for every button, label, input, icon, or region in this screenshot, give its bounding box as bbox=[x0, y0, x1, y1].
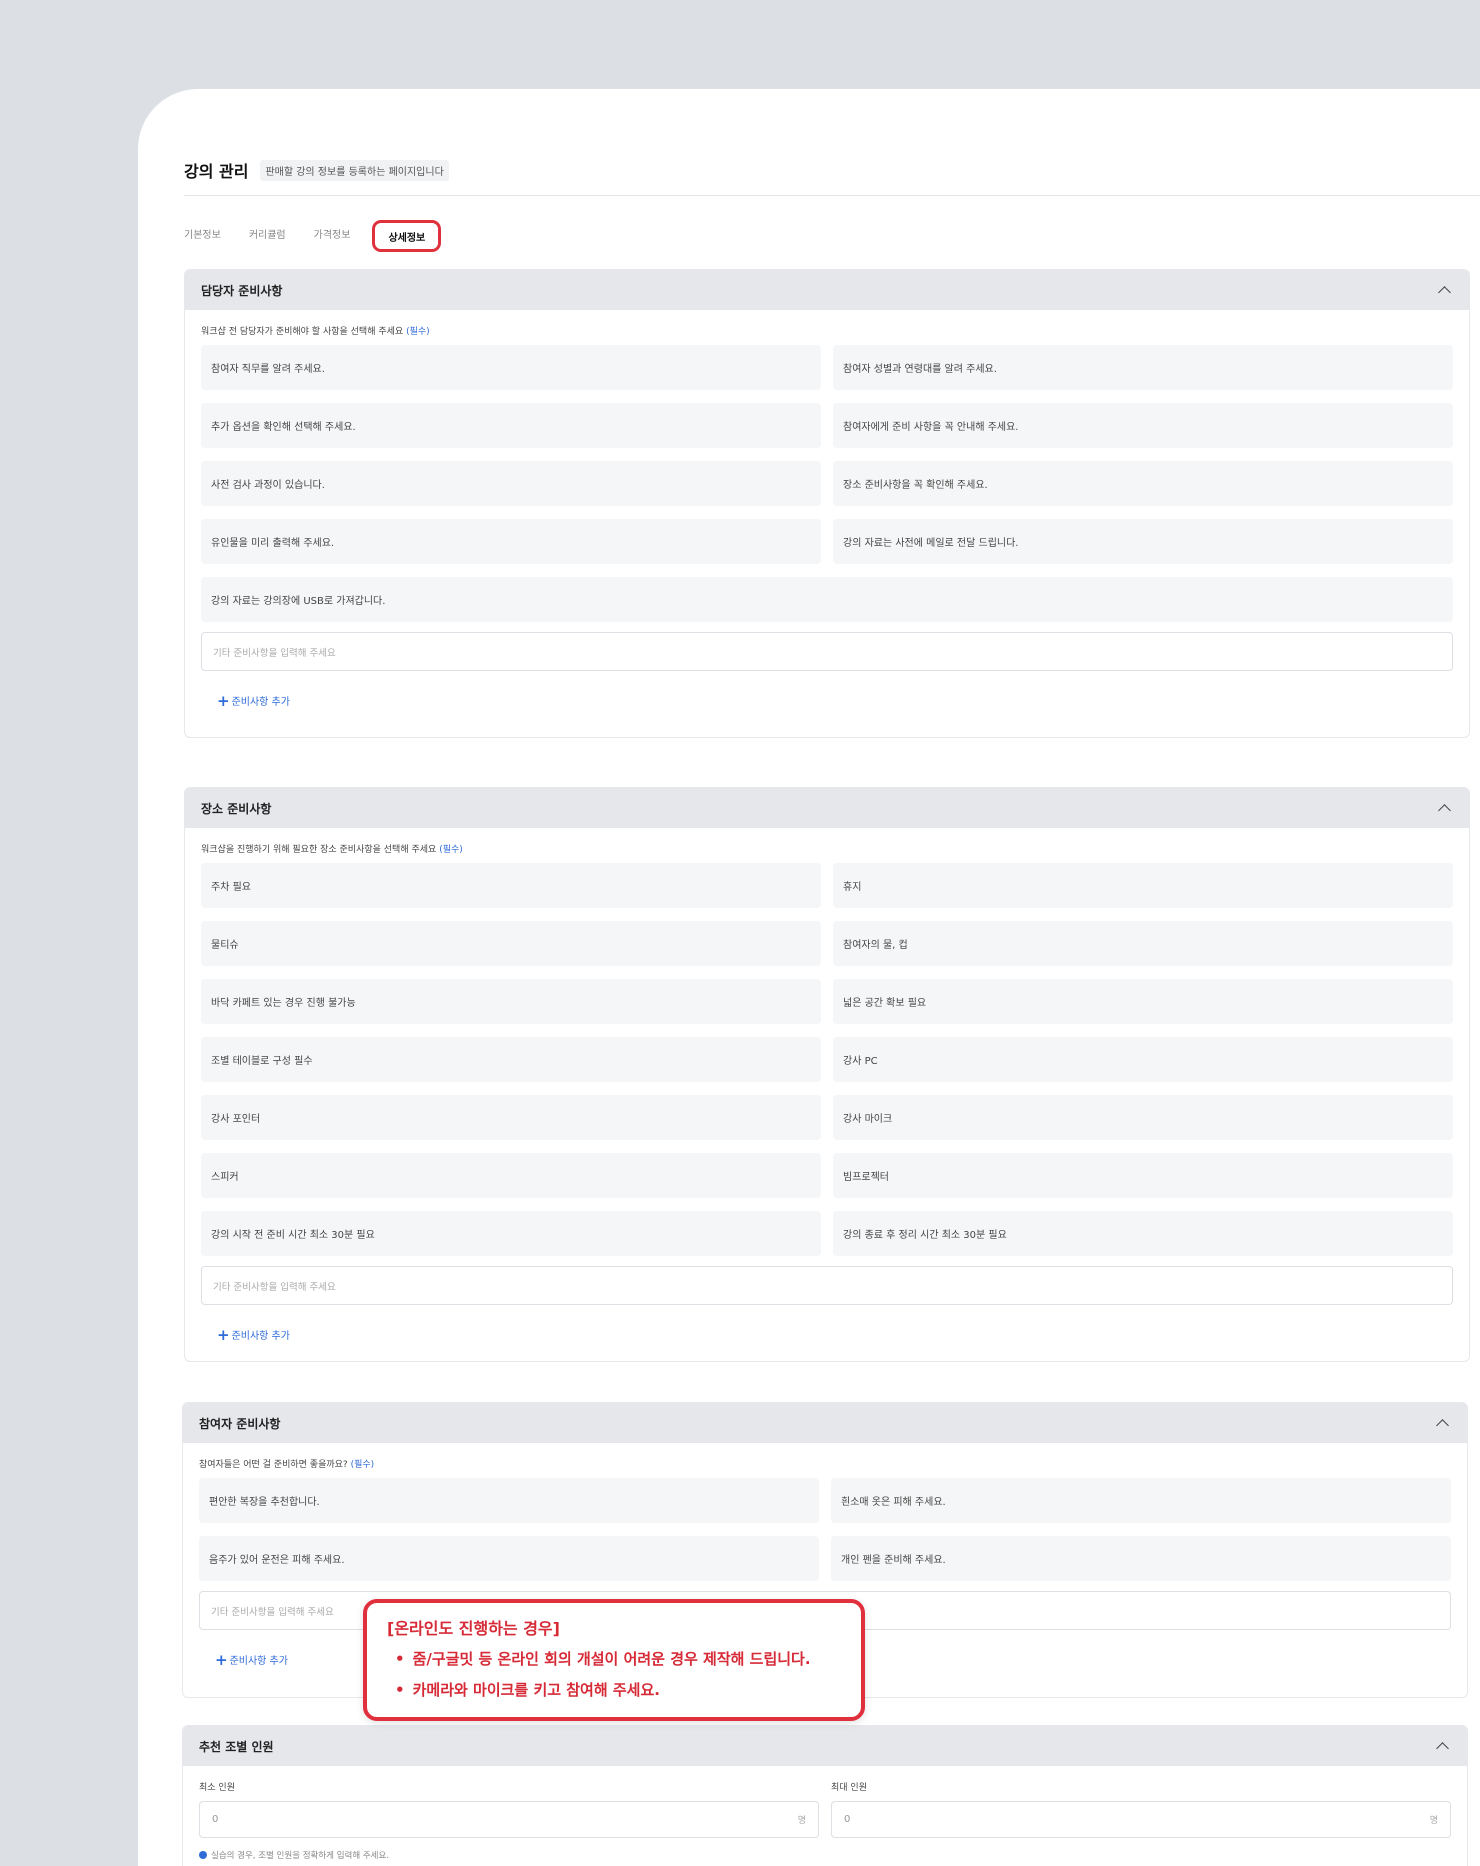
option-item[interactable]: 휴지 bbox=[833, 863, 1453, 908]
section-header[interactable]: 담당자 준비사항 bbox=[185, 270, 1469, 310]
chevron-up-icon[interactable] bbox=[1436, 1419, 1449, 1432]
add-prep-button[interactable]: + 준비사항 추가 bbox=[217, 693, 1453, 708]
unit-label: 명 bbox=[1429, 1816, 1438, 1826]
header-divider bbox=[184, 195, 1480, 196]
plus-icon: + bbox=[215, 1650, 228, 1669]
chevron-up-icon[interactable] bbox=[1438, 286, 1451, 299]
callout-line: 카메라와 마이크를 키고 참여해 주세요. bbox=[395, 1678, 841, 1702]
tab-price-info[interactable]: 가격정보 bbox=[314, 220, 351, 252]
max-people-label: 최대 인원 bbox=[831, 1783, 867, 1793]
section-description: 워크샵 전 담당자가 준비해야 할 사항을 선택해 주세요 (필수) bbox=[201, 327, 430, 337]
option-item[interactable]: 흰소매 옷은 피해 주세요. bbox=[831, 1478, 1451, 1523]
option-item[interactable]: 참여자 성별과 연령대를 알려 주세요. bbox=[833, 345, 1453, 390]
tab-basic-info[interactable]: 기본정보 bbox=[184, 220, 221, 252]
other-prep-input[interactable]: 기타 준비사항을 입력해 주세요 bbox=[201, 1266, 1453, 1305]
other-prep-input[interactable]: 기타 준비사항을 입력해 주세요 bbox=[201, 632, 1453, 671]
option-item[interactable]: 바닥 카페트 있는 경우 진행 불가능 bbox=[201, 979, 821, 1024]
option-item[interactable]: 참여자에게 준비 사항을 꼭 안내해 주세요. bbox=[833, 403, 1453, 448]
option-item[interactable]: 음주가 있어 운전은 피해 주세요. bbox=[199, 1536, 819, 1581]
tab-detail-info[interactable]: 상세정보 bbox=[372, 220, 442, 252]
online-callout: [온라인도 진행하는 경우] 줌/구글밋 등 온라인 회의 개설이 어려운 경우… bbox=[363, 1599, 865, 1721]
section-title: 추천 조별 인원 bbox=[199, 1739, 274, 1754]
section-venue-prep: 장소 준비사항 워크샵을 진행하기 위해 필요한 장소 준비사항을 선택해 주세… bbox=[184, 787, 1470, 1362]
section-description: 워크샵을 진행하기 위해 필요한 장소 준비사항을 선택해 주세요 (필수) bbox=[201, 845, 463, 855]
page-header: 강의 관리 판매할 강의 정보를 등록하는 페이지입니다 bbox=[184, 155, 1480, 185]
section-header[interactable]: 추천 조별 인원 bbox=[183, 1726, 1467, 1766]
max-people-input[interactable]: 0 명 bbox=[831, 1801, 1451, 1838]
option-item[interactable]: 개인 펜을 준비해 주세요. bbox=[831, 1536, 1451, 1581]
chevron-up-icon[interactable] bbox=[1438, 804, 1451, 817]
plus-icon: + bbox=[217, 1325, 230, 1344]
section-manager-prep: 담당자 준비사항 워크샵 전 담당자가 준비해야 할 사항을 선택해 주세요 (… bbox=[184, 269, 1470, 738]
callout-title: [온라인도 진행하는 경우] bbox=[387, 1619, 560, 1638]
chevron-up-icon[interactable] bbox=[1436, 1742, 1449, 1755]
option-item[interactable]: 넓은 공간 확보 필요 bbox=[833, 979, 1453, 1024]
callout-line: 줌/구글밋 등 온라인 회의 개설이 어려운 경우 제작해 드립니다. bbox=[395, 1647, 841, 1671]
min-people-input[interactable]: 0 명 bbox=[199, 1801, 819, 1838]
option-item[interactable]: 강의 자료는 사전에 메일로 전달 드립니다. bbox=[833, 519, 1453, 564]
section-group-size: 추천 조별 인원 최소 인원 0 명 최대 인원 0 명 실습의 경우, 조별 … bbox=[182, 1725, 1468, 1866]
option-item[interactable]: 강의 시작 전 준비 시간 최소 30분 필요 bbox=[201, 1211, 821, 1256]
tab-bar: 기본정보 커리큘럼 가격정보 상세정보 bbox=[184, 220, 469, 252]
option-item[interactable]: 장소 준비사항을 꼭 확인해 주세요. bbox=[833, 461, 1453, 506]
option-grid: 편안한 복장을 추천합니다. 흰소매 옷은 피해 주세요. 음주가 있어 운전은… bbox=[199, 1478, 1451, 1581]
option-item[interactable]: 참여자 직무를 알려 주세요. bbox=[201, 345, 821, 390]
option-item[interactable]: 스피커 bbox=[201, 1153, 821, 1198]
min-people-field: 최소 인원 0 명 bbox=[199, 1780, 819, 1838]
info-icon bbox=[199, 1851, 207, 1859]
option-item[interactable]: 추가 옵션을 확인해 선택해 주세요. bbox=[201, 403, 821, 448]
unit-label: 명 bbox=[797, 1816, 806, 1826]
option-item[interactable]: 편안한 복장을 추천합니다. bbox=[199, 1478, 819, 1523]
group-size-note: 실습의 경우, 조별 인원을 정확하게 입력해 주세요. bbox=[199, 1849, 1451, 1861]
option-item[interactable]: 강의 종료 후 정리 시간 최소 30분 필요 bbox=[833, 1211, 1453, 1256]
plus-icon: + bbox=[217, 691, 230, 710]
section-header[interactable]: 장소 준비사항 bbox=[185, 788, 1469, 828]
option-item[interactable]: 조별 테이블로 구성 필수 bbox=[201, 1037, 821, 1082]
option-item[interactable]: 강사 PC bbox=[833, 1037, 1453, 1082]
section-header[interactable]: 참여자 준비사항 bbox=[183, 1403, 1467, 1443]
option-item[interactable]: 물티슈 bbox=[201, 921, 821, 966]
page-subtitle: 판매할 강의 정보를 등록하는 페이지입니다 bbox=[260, 159, 449, 181]
option-item[interactable]: 참여자의 물, 컵 bbox=[833, 921, 1453, 966]
option-item[interactable]: 유인물을 미리 출력해 주세요. bbox=[201, 519, 821, 564]
option-item[interactable]: 강사 마이크 bbox=[833, 1095, 1453, 1140]
option-item[interactable]: 사전 검사 과정이 있습니다. bbox=[201, 461, 821, 506]
section-title: 참여자 준비사항 bbox=[199, 1416, 281, 1431]
tab-curriculum[interactable]: 커리큘럼 bbox=[249, 220, 286, 252]
section-description: 참여자들은 어떤 걸 준비하면 좋을까요? (필수) bbox=[199, 1460, 375, 1470]
callout-list: 줌/구글밋 등 온라인 회의 개설이 어려운 경우 제작해 드립니다. 카메라와… bbox=[395, 1647, 841, 1702]
section-title: 장소 준비사항 bbox=[201, 801, 272, 816]
option-item[interactable]: 주차 필요 bbox=[201, 863, 821, 908]
page-title: 강의 관리 bbox=[184, 162, 249, 181]
min-people-label: 최소 인원 bbox=[199, 1783, 235, 1793]
option-item[interactable]: 강사 포인터 bbox=[201, 1095, 821, 1140]
option-item[interactable]: 빔프로젝터 bbox=[833, 1153, 1453, 1198]
option-item[interactable]: 강의 자료는 강의장에 USB로 가져갑니다. bbox=[201, 577, 1453, 622]
option-grid: 참여자 직무를 알려 주세요. 참여자 성별과 연령대를 알려 주세요. 추가 … bbox=[201, 345, 1453, 622]
option-grid: 주차 필요 휴지 물티슈 참여자의 물, 컵 바닥 카페트 있는 경우 진행 불… bbox=[201, 863, 1453, 1256]
group-size-fields: 최소 인원 0 명 최대 인원 0 명 bbox=[199, 1780, 1451, 1838]
max-people-field: 최대 인원 0 명 bbox=[831, 1780, 1451, 1838]
add-prep-button[interactable]: + 준비사항 추가 bbox=[217, 1327, 1453, 1342]
section-title: 담당자 준비사항 bbox=[201, 283, 283, 298]
